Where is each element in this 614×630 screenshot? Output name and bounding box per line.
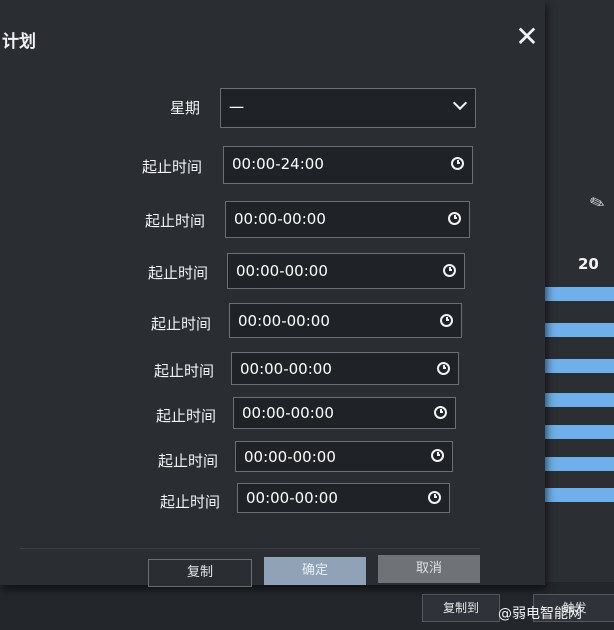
close-icon[interactable]: ✕	[512, 22, 542, 52]
clock-icon[interactable]	[434, 406, 447, 419]
time-range-field[interactable]: 00:00-00:00	[231, 352, 459, 385]
time-range-field[interactable]: 00:00-24:00	[223, 146, 473, 184]
time-range-value: 00:00-00:00	[238, 312, 330, 330]
time-range-value: 00:00-00:00	[242, 404, 334, 422]
clock-icon[interactable]	[440, 314, 453, 327]
time-range-label: 起止时间	[144, 212, 205, 230]
weekday-select[interactable]: 一	[220, 88, 476, 128]
time-range-field[interactable]: 00:00-00:00	[229, 303, 462, 338]
weekday-value: 一	[229, 99, 245, 117]
time-range-value: 00:00-00:00	[246, 489, 338, 507]
time-range-label: 起止时间	[141, 158, 202, 176]
schedule-dialog: 计划 ✕ 星期 一 起止时间 00:00-24:00 起止时间 00:00-00…	[0, 0, 545, 587]
clock-icon[interactable]	[437, 362, 450, 375]
clock-icon[interactable]	[451, 157, 464, 170]
time-range-label: 起止时间	[157, 452, 218, 470]
confirm-button[interactable]: 确定	[264, 557, 366, 585]
time-range-label: 起止时间	[155, 407, 216, 425]
clock-icon[interactable]	[428, 491, 441, 504]
time-range-label: 起止时间	[159, 493, 220, 511]
clock-icon[interactable]	[431, 449, 444, 462]
footer-divider	[20, 548, 480, 549]
time-range-value: 00:00-24:00	[232, 155, 324, 173]
clock-icon[interactable]	[448, 212, 461, 225]
time-range-field[interactable]: 00:00-00:00	[235, 441, 453, 472]
dialog-title: 计划	[2, 32, 36, 52]
time-range-value: 00:00-00:00	[240, 360, 332, 378]
cancel-button[interactable]: 取消	[378, 555, 480, 583]
copy-to-button[interactable]: 复制到	[422, 594, 500, 622]
time-range-value: 00:00-00:00	[234, 210, 326, 228]
time-range-field[interactable]: 00:00-00:00	[227, 253, 465, 289]
time-range-field[interactable]: 00:00-00:00	[237, 483, 450, 513]
chevron-down-icon	[452, 95, 468, 111]
weekday-label: 星期	[169, 99, 200, 117]
time-range-value: 00:00-00:00	[236, 262, 328, 280]
timeline-hour-label: 20	[578, 255, 599, 273]
time-range-label: 起止时间	[150, 315, 211, 333]
time-range-value: 00:00-00:00	[244, 448, 336, 466]
time-range-label: 起止时间	[153, 362, 214, 380]
clock-icon[interactable]	[443, 264, 456, 277]
time-range-label: 起止时间	[147, 264, 208, 282]
time-range-field[interactable]: 00:00-00:00	[233, 397, 456, 429]
watermark: @弱电智能网	[498, 606, 582, 622]
copy-button[interactable]: 复制	[148, 559, 252, 587]
time-range-field[interactable]: 00:00-00:00	[225, 201, 470, 238]
